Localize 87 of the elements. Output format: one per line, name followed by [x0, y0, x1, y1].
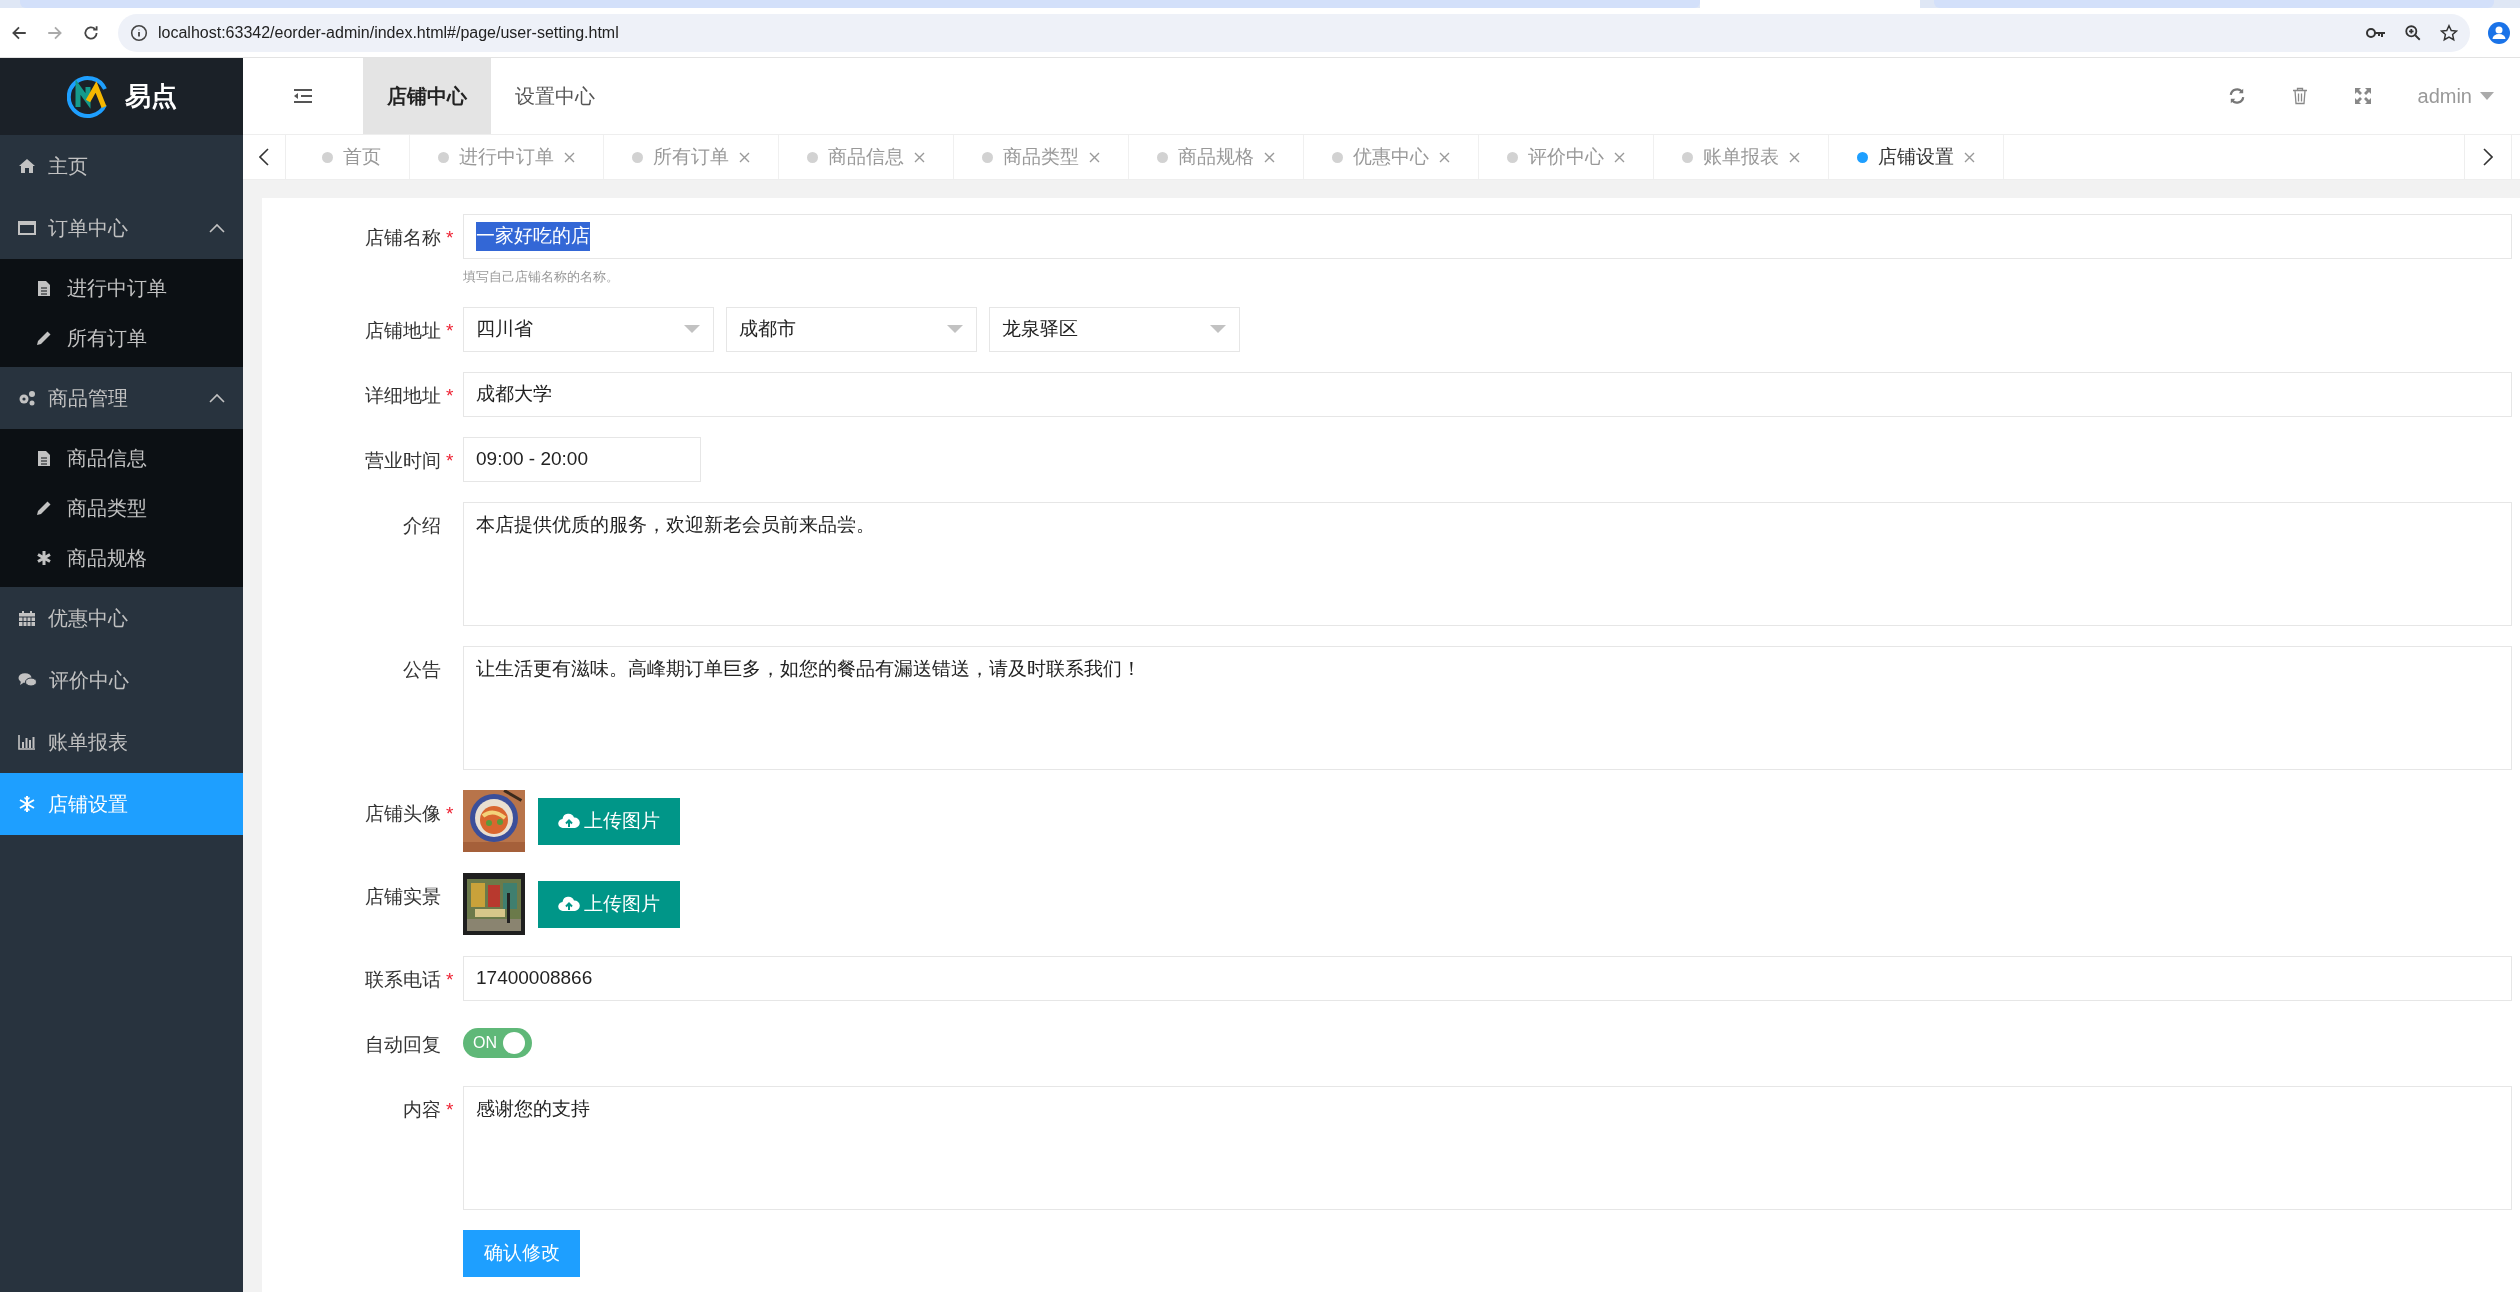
info-icon[interactable]: [130, 23, 148, 42]
close-icon[interactable]: [1614, 151, 1625, 163]
field-label: 店铺名称: [365, 226, 441, 250]
required-mark: *: [446, 227, 454, 248]
sidebar-subitem[interactable]: 商品类型: [0, 483, 243, 533]
file-icon: [37, 279, 51, 297]
select-field[interactable]: 四川省: [463, 306, 714, 352]
chevron-left-icon: [259, 148, 269, 166]
field-label: 公告: [403, 657, 441, 682]
text-field[interactable]: 一家好吃的店: [463, 214, 2512, 259]
scroll-right-button[interactable]: [2464, 135, 2512, 179]
cloud-upload-icon: [558, 813, 580, 829]
field-label: 自动回复: [365, 1032, 441, 1057]
sidebar-item[interactable]: 商品管理: [0, 367, 243, 429]
chevron-right-icon: [2483, 148, 2493, 166]
home-icon: [18, 158, 36, 174]
text-area[interactable]: 让生活更有滋味。高峰期订单巨多，如您的餐品有漏送错送，请及时联系我们！: [463, 645, 2512, 770]
fullscreen-icon[interactable]: [2353, 87, 2372, 105]
required-mark: *: [446, 319, 454, 341]
comments-icon: [18, 672, 37, 688]
sidebar-subitem[interactable]: 进行中订单: [0, 263, 243, 313]
star-icon[interactable]: [2440, 23, 2458, 42]
required-mark: *: [446, 802, 454, 824]
sidebar-subitem[interactable]: 商品规格: [0, 533, 243, 583]
required-mark: *: [446, 384, 454, 406]
time-field[interactable]: 09:00 - 20:00: [463, 436, 701, 482]
trash-icon[interactable]: [2291, 87, 2308, 105]
snowflake-icon: [18, 795, 36, 813]
required-mark: *: [446, 968, 454, 990]
sidebar-subitem[interactable]: 所有订单: [0, 313, 243, 363]
field-label: 介绍: [403, 513, 441, 538]
pencil-icon: [36, 500, 52, 516]
dropdown-arrow-icon: [1209, 324, 1227, 334]
sidebar-item[interactable]: 评价中心: [0, 649, 243, 711]
text-area[interactable]: 本店提供优质的服务，欢迎新老会员前来品尝。: [463, 501, 2512, 626]
file-icon: [37, 449, 51, 467]
field-label: 内容: [403, 1097, 441, 1122]
close-icon[interactable]: [1264, 151, 1275, 163]
required-mark: *: [446, 1098, 454, 1120]
field-label: 详细地址: [365, 383, 441, 408]
profile-icon[interactable]: [2488, 21, 2510, 44]
caret-icon: [2480, 92, 2494, 100]
close-icon[interactable]: [739, 151, 750, 163]
close-icon[interactable]: [564, 151, 575, 163]
close-icon[interactable]: [1789, 151, 1800, 163]
page-tab[interactable]: 店铺设置: [1829, 135, 2004, 179]
gears-icon: [18, 390, 36, 406]
text-area[interactable]: 感谢您的支持: [463, 1085, 2512, 1210]
dropdown-arrow-icon: [946, 324, 964, 334]
sidebar-subitem[interactable]: 商品信息: [0, 433, 243, 483]
close-icon[interactable]: [914, 151, 925, 163]
dropdown-arrow-icon: [683, 324, 701, 334]
text-field[interactable]: 成都大学: [463, 371, 2512, 417]
cloud-upload-icon: [558, 896, 580, 912]
sidebar-item[interactable]: 账单报表: [0, 711, 243, 773]
address-bar[interactable]: localhost:63342/eorder-admin/index.html#/page/user-setting.html: [118, 13, 2470, 52]
select-field[interactable]: 龙泉驿区: [989, 306, 1240, 352]
sidebar-item[interactable]: 订单中心: [0, 197, 243, 259]
menu-icon[interactable]: [293, 88, 313, 104]
sidebar-item[interactable]: 优惠中心: [0, 587, 243, 649]
close-icon[interactable]: [1089, 151, 1100, 163]
key-icon[interactable]: [2366, 25, 2386, 40]
text-field[interactable]: 17400008866: [463, 955, 2512, 1001]
calendar-icon: [18, 609, 36, 627]
logo-text: 易点: [124, 80, 177, 113]
upload-button[interactable]: 上传图片: [538, 880, 680, 928]
asterisk-icon: [36, 550, 52, 566]
pencil-icon: [36, 330, 52, 346]
refresh-icon[interactable]: [2227, 87, 2246, 105]
field-label: 营业时间: [365, 448, 441, 473]
zoom-icon[interactable]: [2404, 23, 2422, 42]
field-label: 店铺地址: [365, 318, 441, 343]
reload-icon[interactable]: [82, 23, 100, 42]
field-label: 店铺实景: [365, 884, 441, 909]
upload-button[interactable]: 上传图片: [538, 797, 680, 845]
close-icon[interactable]: [1439, 151, 1450, 163]
top-nav-tab[interactable]: 设置中心: [491, 58, 619, 134]
window-icon: [18, 220, 36, 236]
field-hint: 填写自己店铺名称的名称。: [463, 268, 620, 286]
top-nav-tab[interactable]: 店铺中心: [363, 58, 491, 134]
bar-chart-icon: [18, 734, 36, 750]
field-label: 联系电话: [365, 967, 441, 992]
select-field[interactable]: 成都市: [726, 306, 977, 352]
field-label: 店铺头像: [365, 801, 441, 826]
sidebar-item[interactable]: 主页: [0, 135, 243, 197]
required-mark: *: [446, 449, 454, 471]
close-icon[interactable]: [1964, 151, 1975, 163]
